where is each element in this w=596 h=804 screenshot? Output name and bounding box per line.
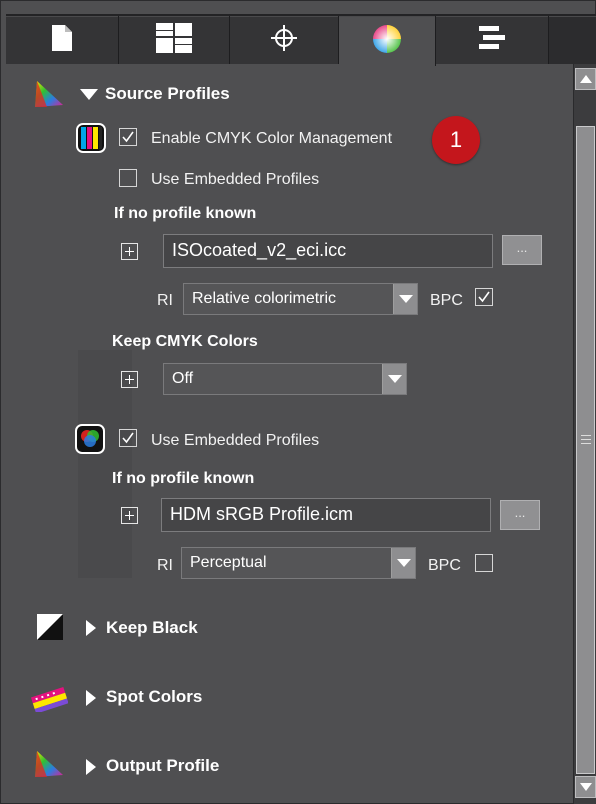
scroll-thumb[interactable]: [576, 126, 595, 774]
section-title-keep-black[interactable]: Keep Black: [106, 618, 198, 638]
keep-cmyk-value: Off: [172, 370, 194, 387]
spot-colors-icon: [30, 684, 69, 717]
tab-layout[interactable]: [119, 16, 230, 64]
rgb-browse-button[interactable]: ...: [500, 500, 540, 530]
tab-bar: [6, 14, 596, 66]
scroll-down-button[interactable]: [575, 776, 596, 798]
arrow-up-icon: [580, 75, 592, 83]
align-bars-icon: [479, 24, 505, 57]
bpc-label: BPC: [430, 292, 463, 309]
color-management-panel: Source Profiles Enable CMYK Color Manage…: [0, 0, 596, 804]
cmyk-rendering-intent-select[interactable]: Relative colorimetric: [183, 283, 418, 315]
rgb-bpc-checkbox[interactable]: [475, 554, 493, 572]
color-triangle-icon: [33, 78, 65, 115]
layout-grid-icon: [156, 22, 192, 58]
rgb-use-embedded-label: Use Embedded Profiles: [151, 432, 320, 449]
ri-label: RI: [157, 557, 173, 574]
keep-black-icon: [37, 614, 63, 645]
cmyk-bpc-checkbox[interactable]: [475, 288, 493, 306]
rgb-icon: [75, 424, 105, 454]
chevron-down-icon: [391, 548, 415, 578]
section-title-spot-colors[interactable]: Spot Colors: [106, 687, 202, 707]
if-no-profile-cmyk-heading: If no profile known: [114, 205, 257, 222]
enable-cmyk-label: Enable CMYK Color Management: [151, 130, 393, 147]
cmyk-use-embedded-checkbox[interactable]: [119, 169, 137, 187]
callout-number-badge: 1: [432, 116, 480, 164]
tab-align[interactable]: [436, 16, 549, 64]
section-title-output-profile[interactable]: Output Profile: [106, 756, 219, 776]
crosshair-icon: [270, 24, 298, 57]
expand-plus-icon[interactable]: [121, 371, 138, 388]
tab-register[interactable]: [230, 16, 339, 64]
bpc-label: BPC: [428, 557, 461, 574]
cmyk-use-embedded-label: Use Embedded Profiles: [151, 171, 320, 188]
expand-plus-icon[interactable]: [121, 507, 138, 524]
rgb-profile-field[interactable]: HDM sRGB Profile.icm: [161, 498, 491, 532]
keep-cmyk-select[interactable]: Off: [163, 363, 407, 395]
keep-cmyk-heading: Keep CMYK Colors: [112, 333, 258, 350]
document-icon: [51, 24, 73, 57]
if-no-profile-rgb-heading: If no profile known: [112, 470, 255, 487]
tab-color[interactable]: [339, 16, 436, 66]
expand-arrow-icon[interactable]: [86, 620, 96, 636]
expand-arrow-icon[interactable]: [86, 759, 96, 775]
tab-document[interactable]: [6, 16, 119, 64]
arrow-down-icon: [580, 783, 592, 791]
cmyk-icon: [76, 123, 106, 153]
cmyk-profile-field[interactable]: ISOcoated_v2_eci.icc: [163, 234, 493, 268]
color-wheel-icon: [372, 24, 402, 59]
rgb-use-embedded-checkbox[interactable]: [119, 429, 137, 447]
tab-empty: [549, 16, 596, 64]
ri-label: RI: [157, 292, 173, 309]
expand-arrow-icon[interactable]: [86, 690, 96, 706]
chevron-down-icon: [393, 284, 417, 314]
color-triangle-icon: [33, 748, 65, 785]
rgb-rendering-intent-select[interactable]: Perceptual: [181, 547, 416, 579]
rgb-ri-value: Perceptual: [190, 554, 267, 571]
scroll-up-button[interactable]: [575, 68, 596, 90]
cmyk-browse-button[interactable]: ...: [502, 235, 542, 265]
expand-plus-icon[interactable]: [121, 243, 138, 260]
section-title-source-profiles[interactable]: Source Profiles: [105, 84, 230, 104]
grip-icon: [581, 435, 591, 447]
enable-cmyk-checkbox[interactable]: [119, 128, 137, 146]
cmyk-ri-value: Relative colorimetric: [192, 290, 337, 307]
chevron-down-icon: [382, 364, 406, 394]
vertical-scrollbar[interactable]: [573, 64, 596, 804]
collapse-arrow-icon[interactable]: [80, 89, 98, 100]
